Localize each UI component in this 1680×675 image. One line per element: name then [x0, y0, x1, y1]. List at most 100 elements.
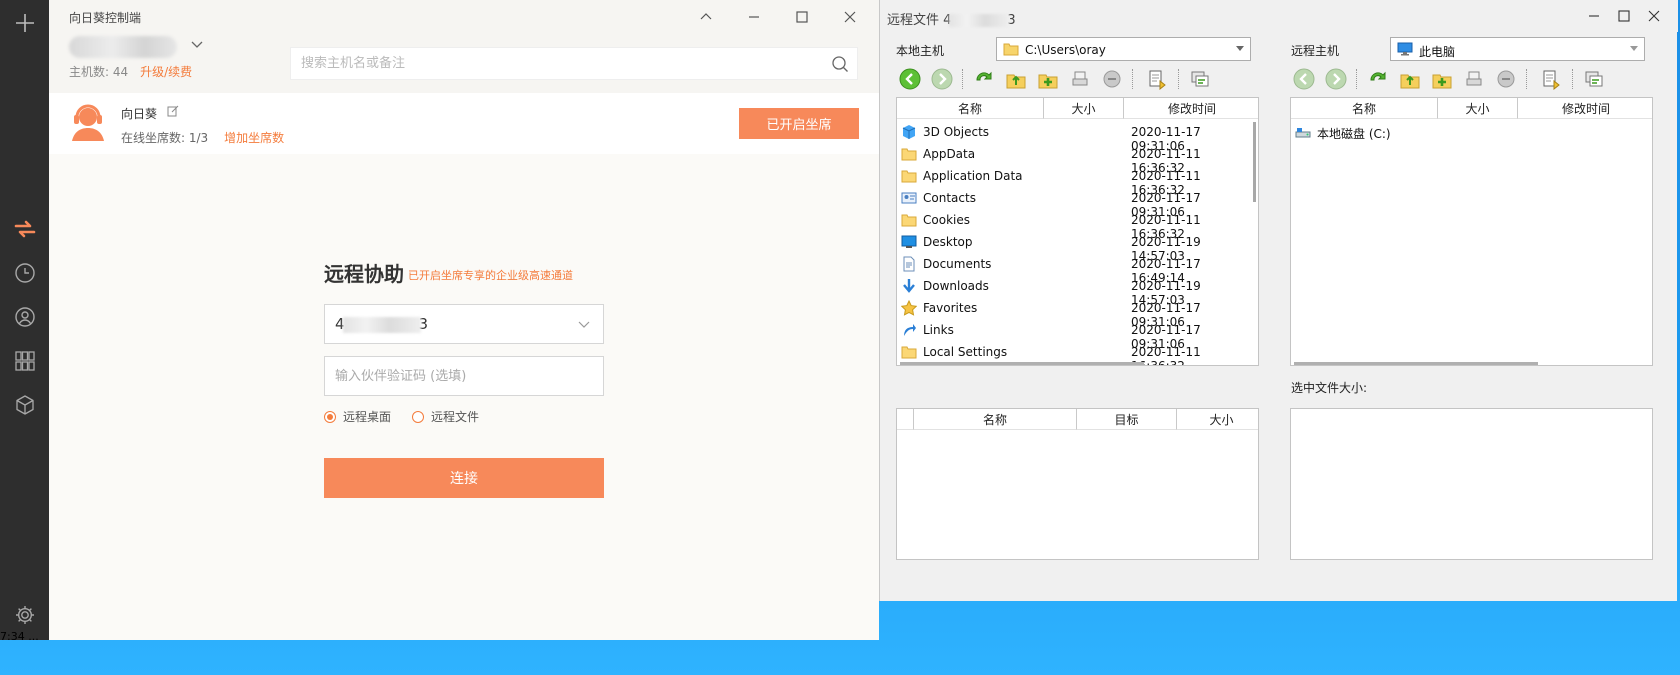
remote-file-window: 远程文件 43 本地主机 C:\Users\oray 远程主机 此电脑 名称 大… — [879, 0, 1678, 601]
desktop-clock-fragment: 7:34 ... — [0, 630, 39, 643]
remote-file-list[interactable]: 名称 大小 修改时间 本地磁盘 (C:) — [1290, 97, 1653, 366]
transfer-queue-icon[interactable] — [1187, 66, 1213, 92]
computer-icon — [1397, 42, 1413, 56]
file-row[interactable]: 3D Objects 2020-11-17 09:31:06 — [897, 121, 1258, 153]
search-icon[interactable] — [831, 55, 849, 73]
upgrade-link[interactable]: 升级/续费 — [140, 65, 192, 79]
download-icon[interactable] — [1538, 66, 1564, 92]
horizontal-scrollbar[interactable] — [1294, 362, 1538, 365]
rename-icon[interactable] — [1461, 66, 1487, 92]
col-header-name[interactable]: 名称 — [897, 98, 1044, 119]
radio-remote-file[interactable]: 远程文件 — [412, 408, 479, 425]
toolbar-separator — [1132, 69, 1133, 89]
minimize-icon[interactable] — [1583, 6, 1605, 26]
new-folder-icon[interactable] — [1429, 66, 1455, 92]
file-row[interactable]: Application Data 2020-11-11 16:36:32 — [897, 165, 1258, 197]
vertical-scrollbar[interactable] — [1253, 122, 1256, 202]
file-row[interactable]: Documents 2020-11-17 16:49:14 — [897, 253, 1258, 285]
radio-remote-desktop[interactable]: 远程桌面 — [324, 408, 391, 425]
local-file-list[interactable]: 名称 大小 修改时间 3D Objects 2020-11-17 09:31:0… — [896, 97, 1259, 366]
col-header-modified[interactable]: 修改时间 — [1518, 98, 1652, 119]
col-header-size[interactable]: 大小 — [1044, 98, 1124, 119]
local-path-value: C:\Users\oray — [1025, 43, 1106, 57]
upload-icon[interactable] — [1144, 66, 1170, 92]
col-header-target[interactable]: 目标 — [1077, 409, 1177, 430]
assist-subtitle: 已开启坐席专享的企业级高速通道 — [408, 269, 573, 282]
file-row[interactable]: Favorites 2020-11-17 09:31:06 — [897, 297, 1258, 329]
parent-folder-icon[interactable] — [1397, 66, 1423, 92]
close-icon[interactable] — [1643, 6, 1665, 26]
refresh-icon[interactable] — [971, 66, 997, 92]
transfer-queue-icon[interactable] — [1581, 66, 1607, 92]
online-seats-label: 在线坐席数: — [121, 131, 189, 145]
seat-bar: 向日葵 在线坐席数: 1/3 增加坐席数 已开启坐席 — [49, 93, 879, 154]
contacts-headset-icon[interactable] — [0, 297, 49, 337]
file-row[interactable]: Contacts 2020-11-17 09:31:06 — [897, 187, 1258, 219]
radio-selected-icon — [324, 410, 336, 423]
remote-assist-icon[interactable] — [0, 209, 49, 249]
add-icon[interactable] — [0, 3, 49, 43]
maximize-icon[interactable] — [1613, 6, 1635, 26]
edit-icon[interactable] — [167, 105, 179, 117]
delete-icon[interactable] — [1099, 66, 1125, 92]
seat-enabled-button[interactable]: 已开启坐席 — [739, 108, 859, 139]
history-clock-icon[interactable] — [0, 253, 49, 293]
parent-folder-icon[interactable] — [1003, 66, 1029, 92]
col-header-name[interactable]: 名称 — [1291, 98, 1438, 119]
col-header-status[interactable] — [897, 409, 914, 430]
file-row[interactable]: Downloads 2020-11-19 14:57:03 — [897, 275, 1258, 307]
close-icon[interactable] — [839, 6, 861, 28]
forward-icon[interactable] — [929, 66, 955, 92]
app-header: 向日葵控制端 主机数: 44 升级/续费 — [49, 0, 879, 93]
forward-icon[interactable] — [1323, 66, 1349, 92]
folder-icon — [901, 170, 917, 183]
documents-icon — [903, 256, 915, 272]
transfer-list[interactable]: 名称 目标 大小 — [896, 408, 1259, 560]
file-row[interactable]: Local Settings 2020-11-11 16:36:32 — [897, 341, 1258, 366]
partner-id-select[interactable]: 43 — [324, 304, 604, 344]
file-name: Contacts — [923, 191, 976, 205]
search-input[interactable] — [301, 48, 801, 79]
chevron-down-icon[interactable] — [577, 318, 591, 332]
side-rail — [0, 0, 49, 640]
file-name: Application Data — [923, 169, 1023, 183]
delete-icon[interactable] — [1493, 66, 1519, 92]
chevron-down-icon[interactable] — [190, 38, 204, 52]
file-window-title-blur — [949, 14, 1010, 27]
links-icon — [904, 324, 916, 336]
horizontal-scrollbar[interactable] — [900, 362, 1144, 365]
new-folder-icon[interactable] — [1035, 66, 1061, 92]
file-row[interactable]: 本地磁盘 (C:) — [1291, 121, 1652, 143]
remote-path-combo[interactable]: 此电脑 — [1390, 37, 1645, 61]
file-row[interactable]: Desktop 2020-11-19 14:57:03 — [897, 231, 1258, 263]
col-header-size[interactable]: 大小 — [1177, 409, 1258, 430]
col-header-name[interactable]: 名称 — [914, 409, 1077, 430]
rename-icon[interactable] — [1067, 66, 1093, 92]
file-row[interactable]: Links 2020-11-17 09:31:06 — [897, 319, 1258, 351]
col-header-modified[interactable]: 修改时间 — [1124, 98, 1258, 119]
col-header-size[interactable]: 大小 — [1438, 98, 1518, 119]
maximize-icon[interactable] — [791, 6, 813, 28]
file-modified: 2020-11-11 16:36:32 — [1131, 345, 1201, 366]
minimize-icon[interactable] — [743, 6, 765, 28]
hardware-cube-icon[interactable] — [0, 385, 49, 425]
local-path-combo[interactable]: C:\Users\oray — [996, 37, 1251, 61]
toolbar-separator — [1572, 69, 1573, 89]
folder-icon — [901, 214, 917, 227]
file-row[interactable]: AppData 2020-11-11 16:36:32 — [897, 143, 1258, 175]
partner-id-blur — [342, 316, 421, 333]
back-icon[interactable] — [897, 66, 923, 92]
verification-code-input[interactable] — [324, 356, 604, 396]
remote-path-value: 此电脑 — [1419, 45, 1456, 59]
account-name-blurred[interactable] — [69, 36, 177, 58]
settings-gear-icon[interactable] — [0, 595, 49, 635]
add-seats-link[interactable]: 增加坐席数 — [224, 131, 284, 145]
file-row[interactable]: Cookies 2020-11-11 16:36:32 — [897, 209, 1258, 241]
apps-grid-icon[interactable] — [0, 341, 49, 381]
assist-title: 远程协助 — [324, 262, 404, 286]
refresh-icon[interactable] — [1365, 66, 1391, 92]
connect-button[interactable]: 连接 — [324, 458, 604, 498]
dropdown-arrow-icon — [1236, 46, 1244, 51]
back-icon[interactable] — [1291, 66, 1317, 92]
minimize-collapse-icon[interactable] — [695, 6, 717, 28]
